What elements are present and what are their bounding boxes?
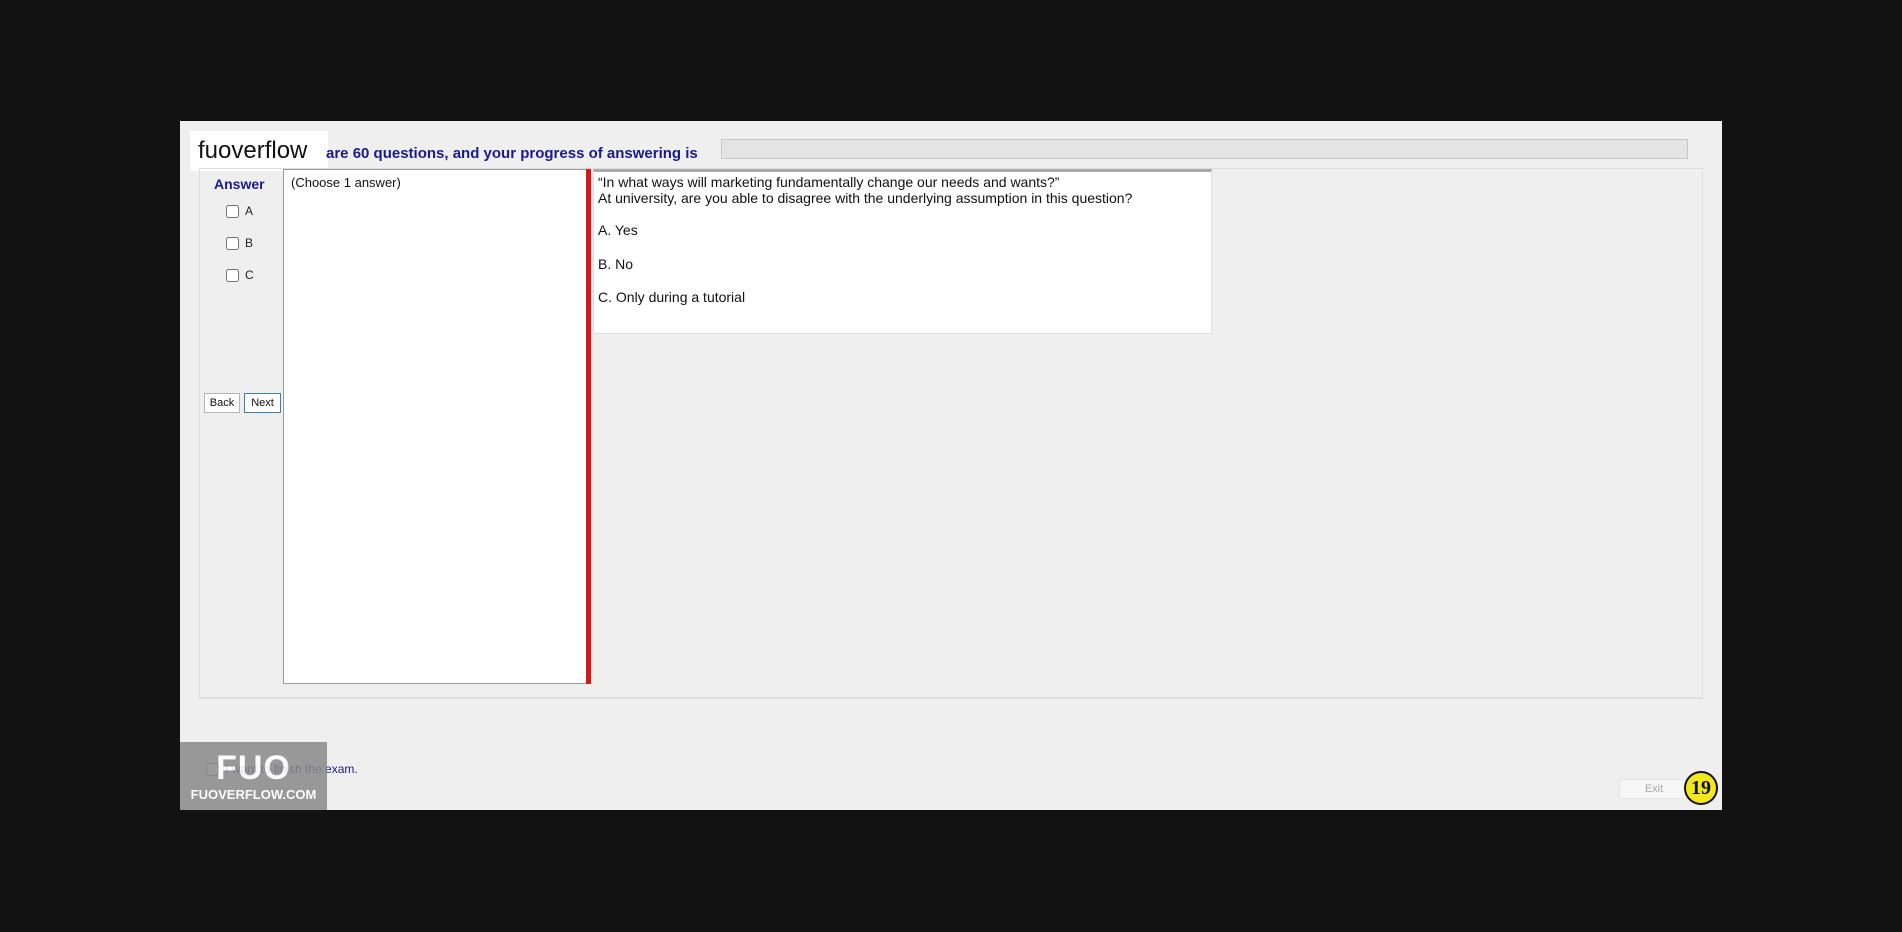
answer-option-c[interactable]: C xyxy=(226,268,254,282)
question-option-c: C. Only during a tutorial xyxy=(598,289,746,305)
progress-label: are 60 questions, and your progress of a… xyxy=(326,145,698,162)
answer-title: Answer xyxy=(214,176,265,192)
question-box: “In what ways will marketing fundamental… xyxy=(593,169,1212,334)
next-button[interactable]: Next xyxy=(244,393,281,413)
page-number-badge: 19 xyxy=(1684,771,1718,805)
question-text-line2: At university, are you able to disagree … xyxy=(598,190,1133,206)
question-option-b: B. No xyxy=(598,256,634,272)
answer-checkbox-b[interactable] xyxy=(226,236,239,250)
answer-option-label: A xyxy=(245,204,254,218)
answer-option-a[interactable]: A xyxy=(226,204,253,218)
answer-option-label: C xyxy=(245,268,254,282)
question-text-line1: “In what ways will marketing fundamental… xyxy=(598,174,1060,190)
answer-checkbox-c[interactable] xyxy=(226,268,239,282)
back-button[interactable]: Back xyxy=(204,393,240,413)
exam-window: fuoverflow are 60 questions, and your pr… xyxy=(180,121,1722,810)
watermark-small-text: FUOVERFLOW.COM xyxy=(190,786,317,802)
logo: fuoverflow xyxy=(190,131,328,171)
answer-option-b[interactable]: B xyxy=(226,236,253,250)
divider xyxy=(199,698,1703,699)
watermark-big-text: FUO xyxy=(216,748,291,787)
watermark-badge: FUO FUOVERFLOW.COM xyxy=(180,742,327,810)
choose-panel: (Choose 1 answer) xyxy=(283,169,586,684)
panel-splitter[interactable] xyxy=(586,169,591,684)
choose-instruction: (Choose 1 answer) xyxy=(291,175,401,190)
logo-text: fuoverflow xyxy=(198,137,308,164)
question-option-a: A. Yes xyxy=(598,222,638,238)
answer-option-label: B xyxy=(245,236,254,250)
exit-button[interactable]: Exit xyxy=(1619,779,1689,799)
answer-checkbox-a[interactable] xyxy=(226,204,239,218)
progress-bar xyxy=(721,139,1688,159)
